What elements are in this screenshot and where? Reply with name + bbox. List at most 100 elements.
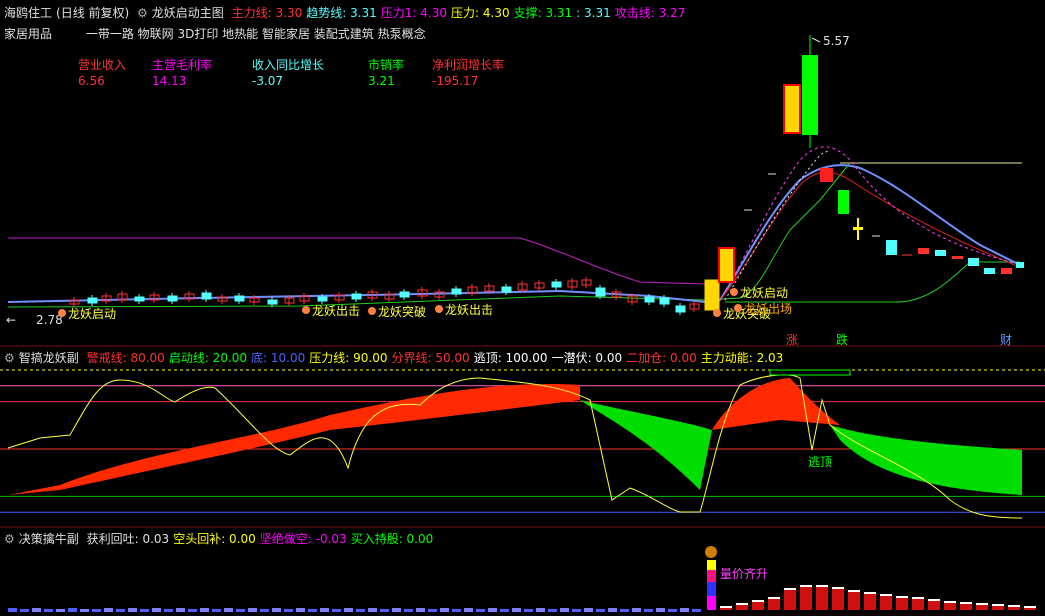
volume-bar <box>260 609 269 612</box>
escape-box <box>769 369 851 376</box>
volume-bar <box>488 608 497 612</box>
volume-bar <box>800 585 812 610</box>
sub2-params: 获利回吐: 0.03 空头回补: 0.00 坚绝做空: -0.03 买入持股: 0.0… <box>87 532 438 546</box>
volume-bar <box>8 608 17 612</box>
volume-bar <box>32 608 41 612</box>
fundamental-label: 净利润增长率 <box>432 58 505 72</box>
volume-bar <box>44 609 53 612</box>
candle <box>134 296 145 302</box>
main-header: 海鸥住工 (日线 前复权) ⚙ 龙妖启动主图 主力线: 3.30 趋势线: 3.31 压… <box>4 4 693 21</box>
volume-bar <box>140 609 149 612</box>
volume-bar <box>548 609 557 612</box>
volume-bar <box>707 560 716 570</box>
volume-bar <box>176 608 185 612</box>
volume-bar-cap <box>720 606 732 608</box>
volume-bar <box>632 608 641 612</box>
signal-icon <box>730 288 738 296</box>
sub2-name[interactable]: 决策擒牛副 <box>19 532 79 546</box>
volume-bar <box>816 585 828 610</box>
candle <box>952 256 963 259</box>
fundamental-label: 营业收入 <box>78 58 127 72</box>
main-param: : 3.31 <box>576 6 611 20</box>
signal-label: 龙妖突破 <box>378 304 426 319</box>
sub2-param: 坚绝做空: -0.03 <box>259 532 347 546</box>
signal-icon <box>58 309 66 317</box>
signal-icon <box>368 307 376 315</box>
volume-bar <box>896 596 908 610</box>
candle <box>853 227 863 230</box>
sub1-param: 分界线: 50.00 <box>391 351 470 365</box>
sub1-param: 逃顶: 100.00 <box>473 351 548 365</box>
marker-label: 跌 <box>836 332 848 347</box>
volume-bar <box>188 609 197 612</box>
volume-bar <box>128 608 137 612</box>
volume-bar <box>416 608 425 612</box>
volume-bar <box>848 590 860 610</box>
volume-bar <box>200 608 209 612</box>
volume-bar <box>236 609 245 612</box>
volume-bar <box>692 609 701 612</box>
candle <box>918 248 929 254</box>
indicator-name[interactable]: 龙妖启动主图 <box>152 6 224 20</box>
high-price-label: 5.57 <box>823 34 850 48</box>
volume-bar-cap <box>1024 606 1036 608</box>
volume-bar <box>80 609 89 612</box>
sub1-name[interactable]: 智搞龙妖副 <box>19 351 79 365</box>
attack-line <box>719 146 1023 301</box>
candle <box>838 190 849 214</box>
green-ribbon-2 <box>830 425 1022 495</box>
settings-icon[interactable]: ⚙ <box>4 532 15 546</box>
volume-bar <box>404 609 413 612</box>
fundamental-value: -195.17 <box>432 74 479 88</box>
volume-bar <box>224 608 233 612</box>
fundamental-value: 3.21 <box>368 74 395 88</box>
candle <box>317 296 328 302</box>
fundamental-value: 6.56 <box>78 74 105 88</box>
sub2-param: 获利回吐: 0.03 <box>86 532 170 546</box>
candle <box>675 305 686 313</box>
candle <box>984 268 995 274</box>
indicator-settings-icon[interactable]: ⚙ <box>137 6 148 20</box>
volume-bar <box>320 608 329 612</box>
volume-bar <box>707 582 716 596</box>
sub1-header: ⚙ 智搞龙妖副 警戒线: 80.00 启动线: 20.00 底: 10.00 压力线: … <box>4 349 791 366</box>
settings-icon[interactable]: ⚙ <box>4 351 15 365</box>
candle <box>87 297 98 304</box>
sub1-param: 二加仓: 0.00 <box>626 351 697 365</box>
volume-bar <box>500 609 509 612</box>
volume-bar-cap <box>848 590 860 592</box>
sub2-param: 买入持股: 0.00 <box>350 532 434 546</box>
fundamental-label: 主营毛利率 <box>152 58 213 72</box>
volume-bar-cap <box>736 603 748 605</box>
volume-bar-cap <box>800 585 812 587</box>
volume-bar <box>116 609 125 612</box>
candle <box>399 291 410 298</box>
candle <box>167 295 178 302</box>
volume-bar <box>152 608 161 612</box>
marker-label: 财 <box>1000 333 1012 347</box>
volume-bar-cap <box>992 604 1004 606</box>
escape-top-label: 逃顶 <box>808 455 832 469</box>
fundamental-label: 市销率 <box>368 58 405 72</box>
volume-bar <box>248 608 257 612</box>
stock-name[interactable]: 海鸥住工 <box>4 6 52 20</box>
volume-bar <box>368 608 377 612</box>
signal-label: 龙妖出击 <box>445 303 493 317</box>
volume-bar <box>620 609 629 612</box>
volume-bar-cap <box>768 597 780 599</box>
volume-bar <box>212 609 221 612</box>
sub2-header: ⚙ 决策擒牛副 获利回吐: 0.03 空头回补: 0.00 坚绝做空: -0.03 买入… <box>4 530 441 547</box>
volume-bar <box>272 608 281 612</box>
volume-bar <box>476 609 485 612</box>
money-bag-icon <box>705 546 717 558</box>
sub1-param: 一潜伏: 0.00 <box>551 351 623 365</box>
fundamental-value: -3.07 <box>252 74 284 88</box>
fundamental-label: 收入同比增长 <box>252 58 325 72</box>
sub1-param: 压力线: 90.00 <box>309 351 388 365</box>
volume-bar <box>92 609 101 612</box>
resistance-line <box>8 237 706 285</box>
candle <box>802 55 818 135</box>
chart-canvas[interactable]: 5.57← 2.78 龙妖启动 龙妖出击 龙妖突破 龙妖出击龙妖启动龙妖突破龙妖出场涨跌财… <box>0 0 1045 616</box>
candle <box>551 281 562 288</box>
volume-bar <box>707 570 716 582</box>
